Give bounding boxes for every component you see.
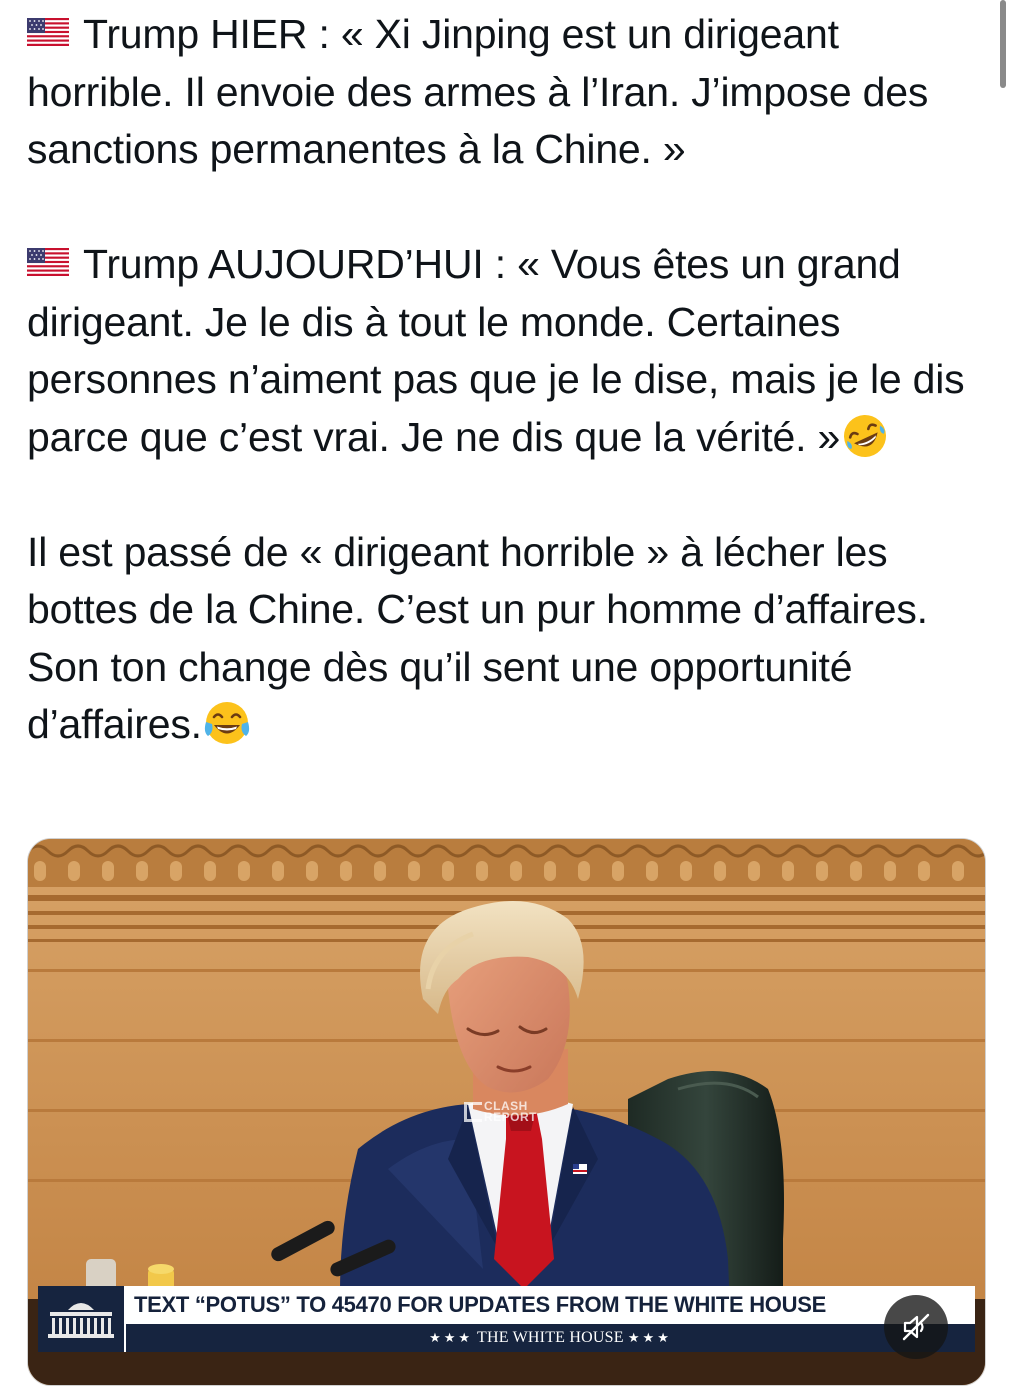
scrollbar[interactable] <box>1000 0 1006 88</box>
us-flag-icon <box>27 248 69 276</box>
watermark-line-2: REPORT <box>484 1110 538 1124</box>
us-flag-icon <box>27 18 69 46</box>
tweet-paragraph-1: Trump HIER : « Xi Jinping est un dirigea… <box>27 6 987 179</box>
banner-subline: ★★★ THE WHITE HOUSE ★★★ <box>126 1324 975 1352</box>
tweet-text: Trump HIER : « Xi Jinping est un dirigea… <box>27 6 987 754</box>
clash-report-watermark: CLASH REPORT <box>464 1100 538 1124</box>
tweet-paragraph-3: Il est passé de « dirigeant horrible » à… <box>27 524 987 754</box>
banner-subtext: THE WHITE HOUSE <box>477 1329 624 1346</box>
banner-headline: TEXT “POTUS” TO 45470 FOR UPDATES FROM T… <box>126 1286 975 1324</box>
muted-speaker-icon <box>902 1313 930 1341</box>
white-house-logo-icon <box>38 1286 124 1352</box>
tears-of-joy-emoji <box>204 702 249 744</box>
rolling-on-floor-laughing-emoji <box>844 414 887 457</box>
banner-stars-left: ★★★ <box>429 1331 474 1346</box>
banner-stars-right: ★★★ <box>627 1331 672 1346</box>
tweet-paragraph-2-text: Trump AUJOURD’HUI : « Vous êtes un grand… <box>27 241 965 460</box>
tweet-paragraph-2: Trump AUJOURD’HUI : « Vous êtes un grand… <box>27 236 987 466</box>
watermark-logo-icon <box>464 1102 482 1122</box>
embedded-video[interactable]: CLASH REPORT TEXT “POTUS” TO 45470 FOR UP… <box>27 838 986 1386</box>
tweet-paragraph-3-text: Il est passé de « dirigeant horrible » à… <box>27 528 928 748</box>
lower-third-banner: TEXT “POTUS” TO 45470 FOR UPDATES FROM T… <box>38 1286 975 1352</box>
tweet-paragraph-1-text: Trump HIER : « Xi Jinping est un dirigea… <box>27 11 929 172</box>
mute-button[interactable] <box>884 1295 948 1359</box>
